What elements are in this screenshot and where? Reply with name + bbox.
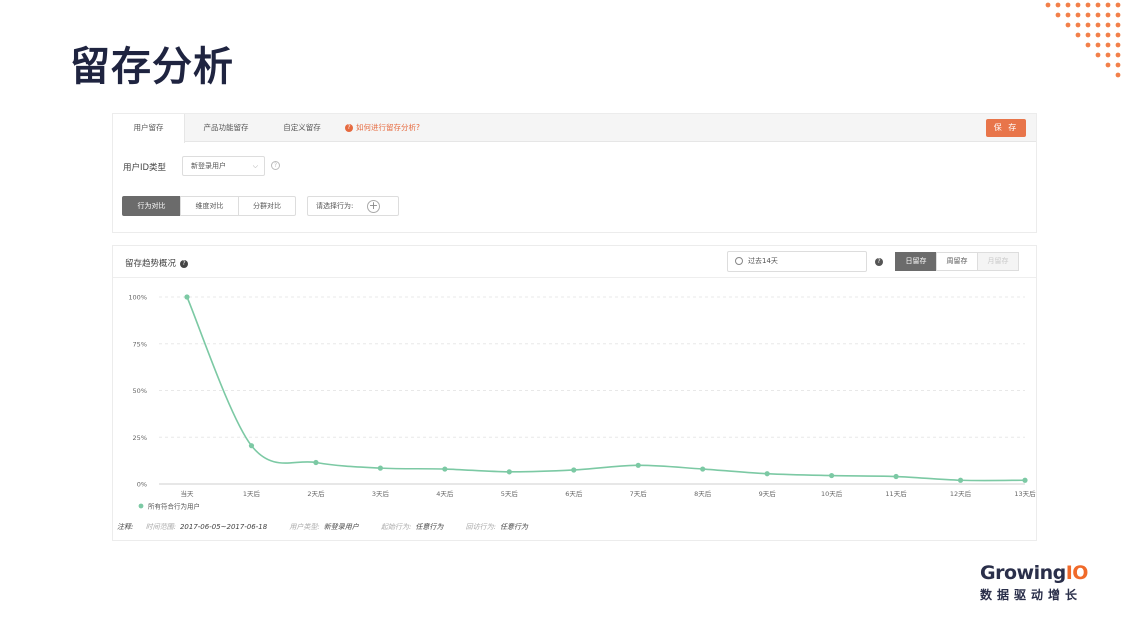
note-start-behavior: 起始行为: 任意行为 — [381, 523, 444, 531]
x-tick-label: 8天后 — [694, 489, 712, 498]
slide-title: 留存分析 — [70, 44, 234, 90]
help-link[interactable]: ? 如何进行留存分析? — [345, 114, 420, 142]
plus-circle-icon[interactable]: + — [367, 200, 380, 213]
question-icon: ? — [345, 124, 353, 132]
user-id-label: 用户ID类型 — [123, 163, 167, 173]
data-point — [248, 443, 255, 449]
y-tick-label: 100% — [128, 294, 147, 302]
info-icon[interactable]: ? — [271, 161, 280, 170]
help-link-label: 如何进行留存分析? — [356, 123, 420, 132]
x-tick-label: 5天后 — [501, 489, 519, 498]
data-point — [506, 469, 512, 475]
data-point — [957, 477, 964, 483]
x-tick-label: 13天后 — [1014, 489, 1036, 498]
brand-logo: GrowingIO 数据驱动增长 — [980, 562, 1095, 603]
behavior-select-label: 请选择行为: — [316, 202, 354, 210]
x-tick-label: 11天后 — [885, 489, 907, 498]
tab-custom-retention[interactable]: 自定义留存 — [265, 114, 339, 142]
data-point — [1022, 477, 1028, 483]
data-point — [571, 467, 577, 473]
chart-notes: 注释: 时间范围: 2017-06-05~2017-06-18 用户类型: 新登录用… — [117, 522, 548, 532]
x-tick-label: 2天后 — [307, 489, 325, 498]
tab-bar: 用户留存 产品功能留存 自定义留存 ? 如何进行留存分析? 保 存 — [113, 114, 1036, 143]
segment-dimension-compare[interactable]: 维度对比 — [180, 196, 239, 216]
x-tick-label: 当天 — [181, 489, 195, 498]
data-point — [313, 459, 319, 466]
retention-app: 用户留存 产品功能留存 自定义留存 ? 如何进行留存分析? 保 存 用户ID类型 … — [112, 113, 1037, 541]
notes-label: 注释: — [117, 523, 134, 531]
y-tick-label: 75% — [133, 340, 147, 348]
note-return-behavior: 回访行为: 任意行为 — [465, 523, 528, 531]
tab-feature-retention[interactable]: 产品功能留存 — [189, 114, 263, 142]
segment-behavior-compare[interactable]: 行为对比 — [122, 196, 181, 216]
x-tick-label: 10天后 — [821, 489, 843, 498]
x-tick-label: 3天后 — [372, 489, 390, 498]
data-point — [377, 465, 383, 471]
behavior-select[interactable]: 请选择行为: + — [307, 196, 399, 216]
segment-group-compare[interactable]: 分群对比 — [238, 196, 296, 216]
legend-marker — [138, 503, 144, 509]
data-point — [442, 466, 448, 472]
series-line — [186, 296, 1026, 482]
data-point — [829, 472, 835, 479]
retention-line-chart: 0% 25% 50% 75% 100% 当天 1天后 2天后 3天后 4天后 5天后 6天后 7天后 8天… — [128, 294, 1036, 511]
legend-label: 所有符合行为用户 — [148, 502, 200, 511]
data-point — [893, 473, 899, 480]
save-button[interactable]: 保 存 — [986, 119, 1026, 137]
x-tick-label: 9天后 — [759, 489, 777, 498]
user-id-select[interactable]: 新登录用户 ⌵ — [182, 156, 265, 176]
tab-user-retention[interactable]: 用户留存 — [113, 114, 185, 143]
config-panel: 用户留存 产品功能留存 自定义留存 ? 如何进行留存分析? 保 存 用户ID类型 … — [112, 113, 1037, 233]
x-tick-label: 7天后 — [630, 489, 648, 498]
y-tick-label: 25% — [133, 434, 147, 442]
y-tick-label: 0% — [137, 481, 147, 489]
note-user-type: 用户类型: 新登录用户 — [289, 523, 359, 531]
user-id-value: 新登录用户 — [191, 162, 226, 170]
decorative-dot-grid — [1045, 2, 1121, 78]
x-tick-label: 6天后 — [565, 489, 583, 498]
note-time-range: 时间范围: 2017-06-05~2017-06-18 — [145, 523, 268, 531]
x-tick-label: 12天后 — [950, 489, 972, 498]
chevron-down-icon: ⌵ — [252, 162, 258, 170]
x-tick-label: 1天后 — [243, 489, 261, 498]
data-point — [764, 471, 770, 477]
brand-name: GrowingIO — [980, 562, 1088, 584]
brand-tagline: 数据驱动增长 — [980, 588, 1083, 602]
data-point — [700, 466, 706, 472]
y-tick-label: 50% — [133, 387, 147, 395]
data-point — [635, 462, 641, 468]
retention-overview-panel: 留存趋势概况? 过去14天 ? 日留存 周留存 月留存 0% 25% 50% 75% 1… — [112, 245, 1037, 541]
x-tick-label: 4天后 — [436, 489, 454, 498]
data-point — [184, 294, 190, 300]
